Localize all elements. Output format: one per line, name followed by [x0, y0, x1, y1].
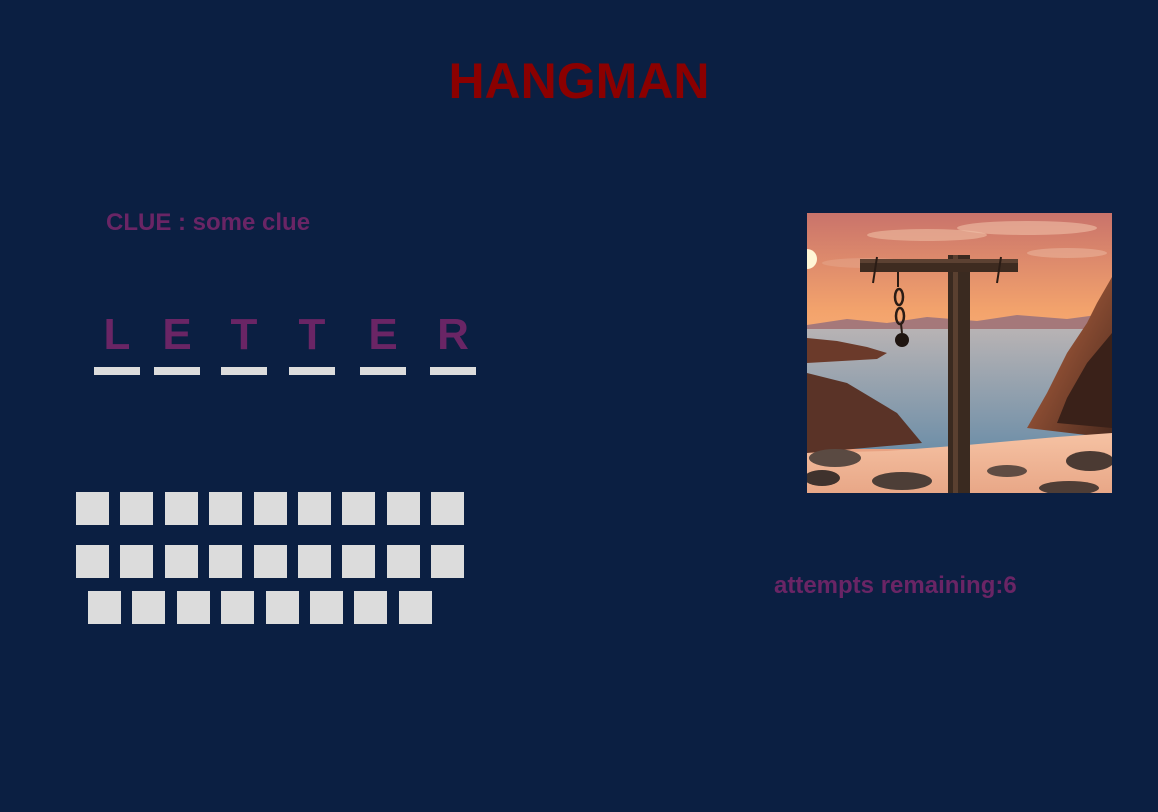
keyboard-key[interactable] — [120, 492, 153, 525]
word-letter: E — [368, 310, 398, 359]
keyboard-key[interactable] — [165, 492, 198, 525]
word-slot: E — [154, 310, 200, 375]
keyboard-key[interactable] — [132, 591, 165, 624]
letter-underline — [221, 367, 267, 375]
clue-label: CLUE : — [106, 209, 186, 236]
keyboard-key[interactable] — [431, 545, 464, 578]
letter-underline — [94, 367, 140, 375]
keyboard-key[interactable] — [298, 545, 331, 578]
word-slot: T — [289, 310, 335, 375]
keyboard-key[interactable] — [266, 591, 299, 624]
clue-value: some clue — [192, 209, 311, 236]
keyboard-key[interactable] — [431, 492, 464, 525]
clue-text: CLUE : some clue — [106, 209, 310, 237]
keyboard-key[interactable] — [209, 492, 242, 525]
word-letter: E — [162, 310, 192, 359]
word-letter: R — [437, 310, 469, 359]
keyboard-key[interactable] — [254, 492, 287, 525]
word-slot: R — [430, 310, 476, 375]
word-slot: T — [221, 310, 267, 375]
keyboard-key[interactable] — [354, 591, 387, 624]
keyboard-key[interactable] — [310, 591, 343, 624]
keyboard-key[interactable] — [254, 545, 287, 578]
keyboard-key[interactable] — [209, 545, 242, 578]
attempts-remaining: attempts remaining:6 — [774, 572, 1017, 600]
keyboard-key[interactable] — [387, 492, 420, 525]
attempts-label: attempts remaining: — [774, 572, 1004, 599]
attempts-count: 6 — [1003, 572, 1017, 599]
letter-underline — [289, 367, 335, 375]
word-slot: E — [360, 310, 406, 375]
keyboard-key[interactable] — [342, 545, 375, 578]
game-title: HANGMAN — [448, 53, 710, 109]
word-slot: L — [94, 310, 140, 375]
word-letter: L — [103, 310, 131, 359]
letter-underline — [154, 367, 200, 375]
keyboard-key[interactable] — [399, 591, 432, 624]
keyboard-key[interactable] — [120, 545, 153, 578]
letter-underline — [430, 367, 476, 375]
keyboard-key[interactable] — [165, 545, 198, 578]
keyboard-key[interactable] — [76, 492, 109, 525]
keyboard-key[interactable] — [221, 591, 254, 624]
keyboard-key[interactable] — [76, 545, 109, 578]
hangman-scene-image — [807, 213, 1112, 493]
keyboard-key[interactable] — [298, 492, 331, 525]
keyboard-key[interactable] — [342, 492, 375, 525]
letter-underline — [360, 367, 406, 375]
keyboard-key[interactable] — [88, 591, 121, 624]
word-letter: T — [230, 310, 258, 359]
keyboard-key[interactable] — [177, 591, 210, 624]
word-letter: T — [298, 310, 326, 359]
keyboard-key[interactable] — [387, 545, 420, 578]
